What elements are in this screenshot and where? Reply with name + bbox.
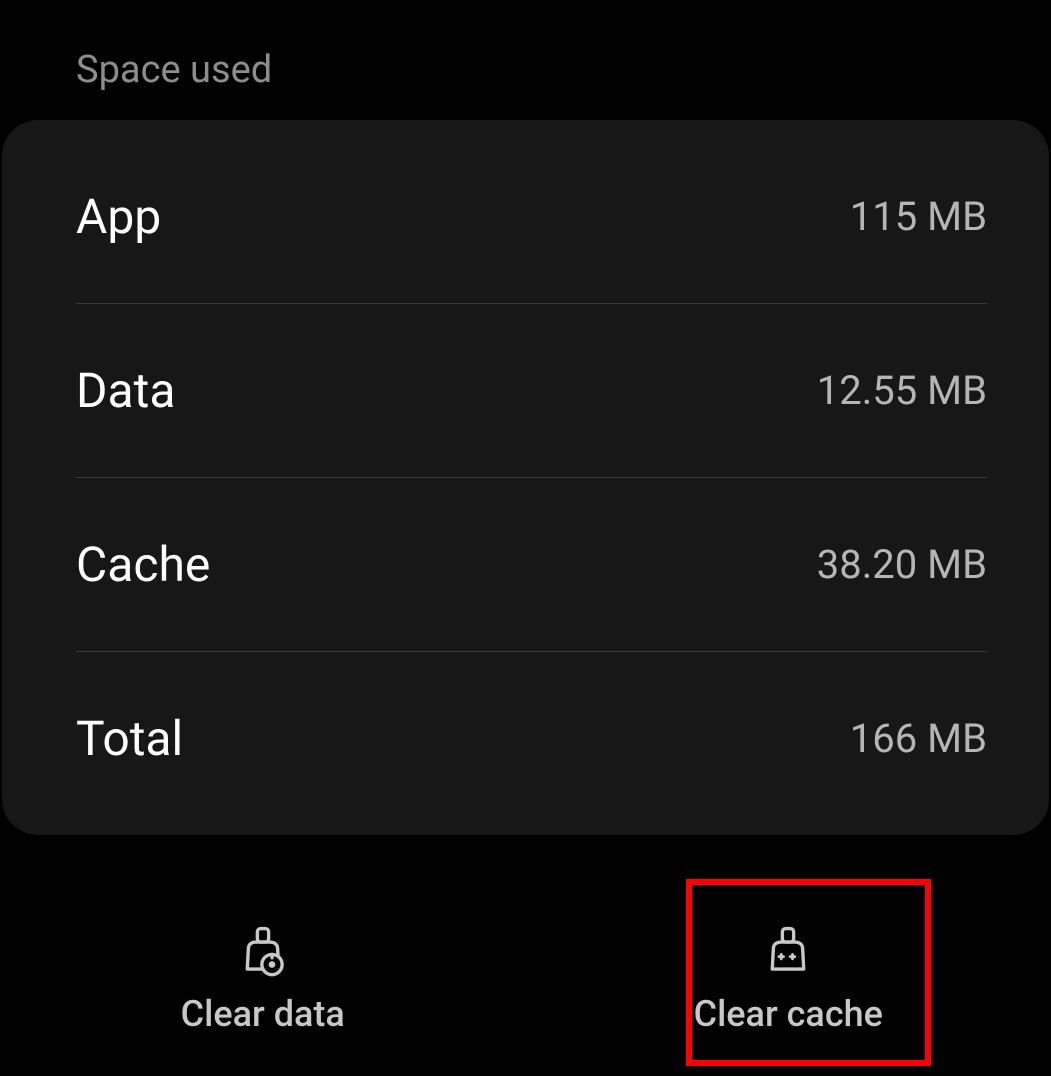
clear-cache-button[interactable]: Clear cache — [526, 881, 1051, 1076]
storage-row-app: App 115 MB — [76, 120, 987, 303]
clear-cache-label: Clear cache — [694, 993, 883, 1035]
broom-sparkle-icon — [760, 923, 816, 979]
broom-data-icon — [235, 923, 291, 979]
storage-label-data: Data — [76, 362, 175, 419]
storage-row-cache: Cache 38.20 MB — [76, 478, 987, 651]
storage-label-total: Total — [76, 710, 183, 767]
section-header-space-used: Space used — [0, 0, 1051, 120]
storage-value-total: 166 MB — [850, 715, 987, 762]
storage-row-data: Data 12.55 MB — [76, 304, 987, 477]
bottom-action-bar: Clear data Clear cache — [0, 881, 1051, 1076]
storage-value-cache: 38.20 MB — [817, 541, 987, 588]
storage-panel: App 115 MB Data 12.55 MB Cache 38.20 MB … — [2, 120, 1049, 835]
storage-label-app: App — [76, 188, 161, 245]
clear-data-button[interactable]: Clear data — [0, 881, 526, 1076]
storage-value-data: 12.55 MB — [817, 367, 987, 414]
storage-label-cache: Cache — [76, 536, 210, 593]
clear-data-label: Clear data — [181, 993, 345, 1035]
storage-row-total: Total 166 MB — [76, 652, 987, 835]
storage-value-app: 115 MB — [850, 193, 987, 240]
